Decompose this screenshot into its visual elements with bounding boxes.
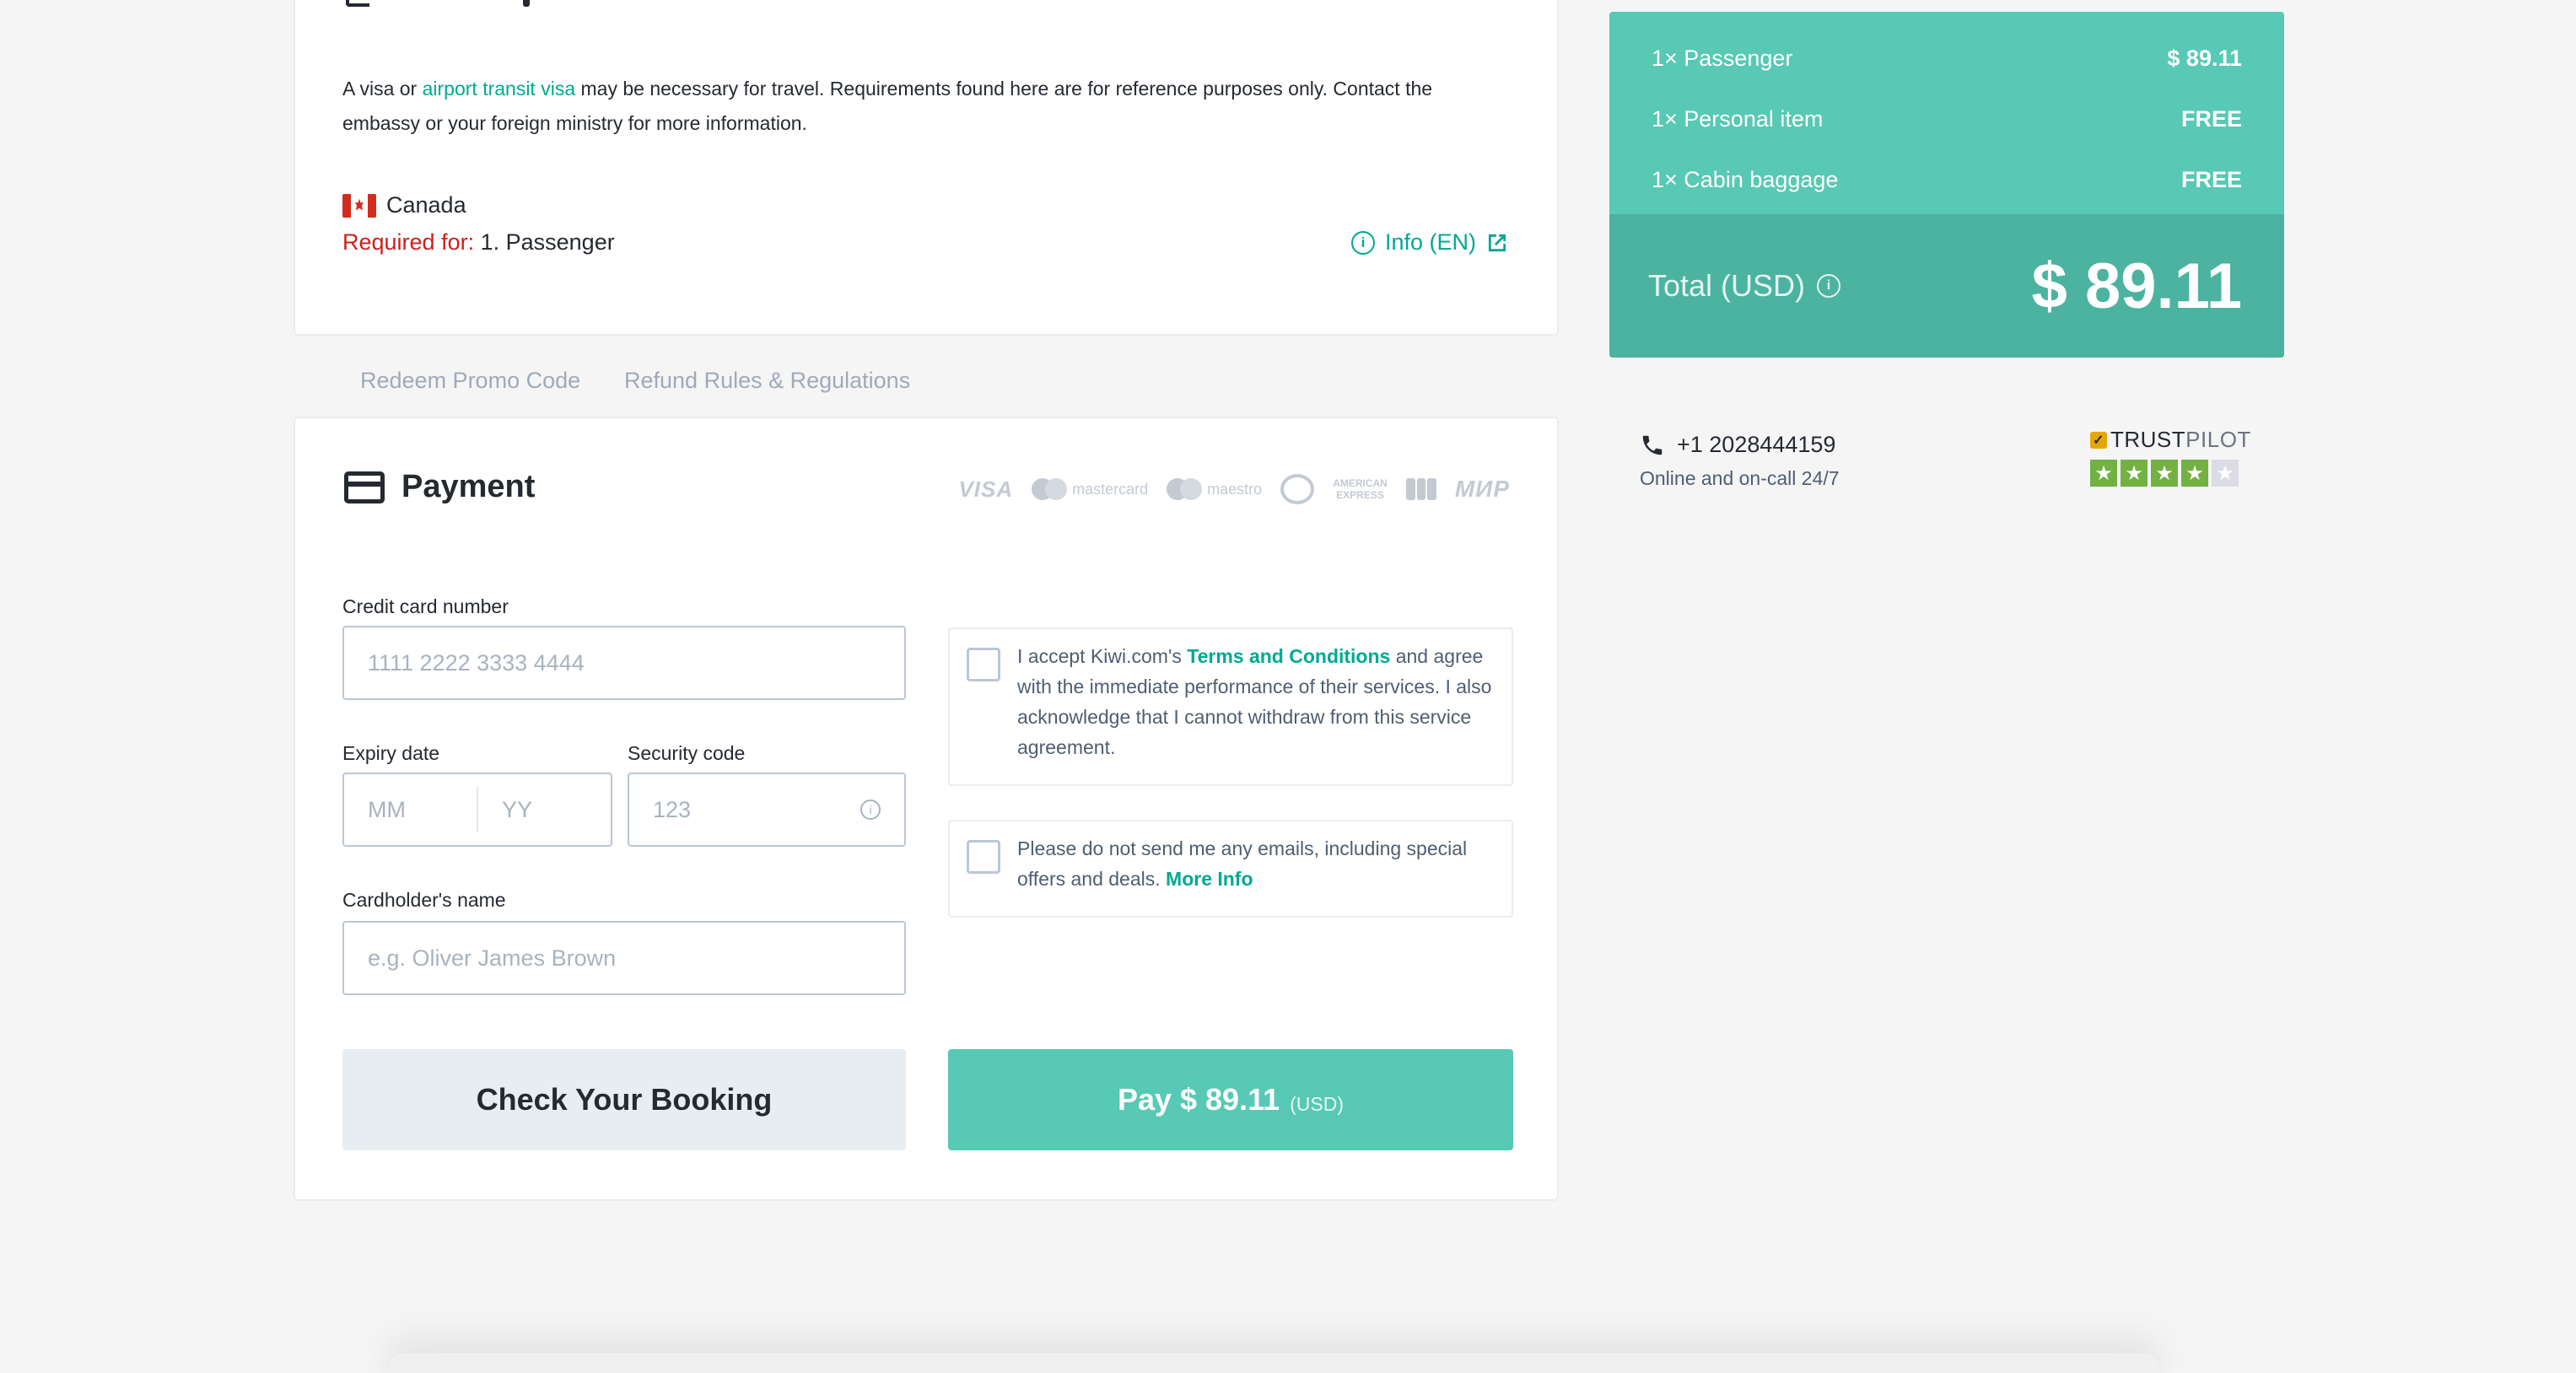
summary-row-label: 1× Personal item xyxy=(1652,106,1824,132)
required-for-value: 1. Passenger xyxy=(474,229,615,255)
pay-button-label: Pay $ 89.11 xyxy=(1117,1082,1280,1117)
payment-title: Payment xyxy=(401,469,536,504)
info-icon: i xyxy=(1350,230,1375,255)
card-brands: VISA mastercard maestro AMERICAN EXPRESS … xyxy=(958,474,1510,504)
check-your-booking-button[interactable]: Check Your Booking xyxy=(342,1049,906,1150)
expiry-label: Expiry date xyxy=(342,742,440,764)
jcb-logo xyxy=(1405,478,1436,500)
maestro-label: maestro xyxy=(1207,480,1263,498)
support-phone-number: +1 2028444159 xyxy=(1677,432,1836,457)
phone-icon xyxy=(1642,435,1663,455)
country-row: Canada xyxy=(342,192,466,218)
visa-requirements-card: A visa or airport transit visa may be ne… xyxy=(294,0,1559,336)
star-icon: ★ xyxy=(2181,460,2208,487)
security-code-info-icon[interactable]: i xyxy=(860,800,881,820)
card-number-input[interactable]: 1111 2222 3333 4444 xyxy=(342,626,906,700)
email-optout-box: Please do not send me any emails, includ… xyxy=(948,820,1513,918)
amex-line2: EXPRESS xyxy=(1336,489,1384,501)
footer-edge xyxy=(388,1353,2159,1373)
trustpilot-check-icon: ✓ xyxy=(2090,431,2107,449)
trustpilot-widget[interactable]: ✓ TRUST PILOT ★ ★ ★ ★ ★ xyxy=(2090,427,2251,487)
card-number-placeholder: 1111 2222 3333 4444 xyxy=(368,649,585,676)
required-for-label: Required for: xyxy=(342,229,475,255)
summary-row-label: 1× Cabin baggage xyxy=(1652,167,1839,192)
payment-heading: Payment xyxy=(344,469,535,505)
diners-club-logo xyxy=(1280,474,1315,504)
security-code-placeholder: 123 xyxy=(653,796,692,822)
terms-text-start: I accept Kiwi.com's xyxy=(1017,645,1188,667)
cardholder-name-placeholder: e.g. Oliver James Brown xyxy=(368,945,617,971)
airport-transit-visa-link[interactable]: airport transit visa xyxy=(423,78,576,100)
star-icon: ★ xyxy=(2121,460,2148,487)
american-express-logo: AMERICAN EXPRESS xyxy=(1333,477,1388,501)
cardholder-name-label: Cardholder's name xyxy=(342,889,506,911)
terms-and-conditions-link[interactable]: Terms and Conditions xyxy=(1187,645,1390,667)
tab-redeem-promo-code[interactable]: Redeem Promo Code xyxy=(360,368,580,394)
security-code-input[interactable]: 123 i xyxy=(628,773,906,847)
more-info-link[interactable]: More Info xyxy=(1166,868,1253,890)
security-code-label: Security code xyxy=(628,742,746,764)
visa-info-link-label: Info (EN) xyxy=(1384,229,1476,255)
trustpilot-stars: ★ ★ ★ ★ ★ xyxy=(2090,460,2251,487)
external-link-icon xyxy=(1488,234,1506,251)
canada-flag-icon xyxy=(342,193,376,218)
payment-card: Payment VISA mastercard maestro AMERICAN… xyxy=(294,417,1559,1201)
terms-consent-box: I accept Kiwi.com's Terms and Conditions… xyxy=(948,627,1513,786)
pay-button-currency: (USD) xyxy=(1290,1092,1345,1115)
cardholder-name-input[interactable]: e.g. Oliver James Brown xyxy=(342,921,906,995)
visa-text-start: A visa or xyxy=(342,78,423,100)
visa-text-end: embassy or your foreign ministry for mor… xyxy=(342,112,807,134)
star-icon: ★ xyxy=(2212,460,2239,487)
mastercard-label: mastercard xyxy=(1072,480,1149,498)
visa-heading-icon-fragment xyxy=(346,0,369,7)
visa-heading-text-fragment xyxy=(523,0,530,7)
expiry-month-input[interactable]: MM xyxy=(344,797,477,823)
mastercard-logo: mastercard xyxy=(1032,478,1148,500)
email-optout-text: Please do not send me any emails, includ… xyxy=(1017,833,1498,894)
total-info-icon[interactable]: i xyxy=(1817,274,1841,298)
credit-card-icon xyxy=(344,471,385,503)
summary-row-label: 1× Passenger xyxy=(1652,46,1793,71)
total-label: Total (USD) xyxy=(1648,268,1806,303)
visa-logo: VISA xyxy=(958,476,1014,502)
mir-logo: МИР xyxy=(1454,476,1510,502)
terms-text: I accept Kiwi.com's Terms and Conditions… xyxy=(1017,641,1498,762)
visa-text-middle: may be necessary for travel. Requirement… xyxy=(575,78,1433,100)
email-optout-checkbox[interactable] xyxy=(967,840,1000,874)
trustpilot-brand-bold: TRUST xyxy=(2110,427,2186,452)
summary-row-value: $ 89.11 xyxy=(2167,46,2242,71)
maestro-logo: maestro xyxy=(1167,478,1262,500)
support-availability: Online and on-call 24/7 xyxy=(1640,467,1840,489)
star-icon: ★ xyxy=(2151,460,2178,487)
country-name: Canada xyxy=(386,192,466,218)
check-your-booking-label: Check Your Booking xyxy=(476,1082,773,1117)
required-for-row: Required for: 1. Passenger xyxy=(342,229,615,256)
summary-row-personal-item: 1× Personal item FREE xyxy=(1652,106,2242,132)
visa-info-link[interactable]: i Info (EN) xyxy=(1350,229,1508,256)
summary-total: Total (USD) i $ 89.11 xyxy=(1609,214,2284,358)
trustpilot-logo: ✓ TRUST PILOT xyxy=(2090,427,2251,453)
trustpilot-brand-light: PILOT xyxy=(2185,427,2251,452)
visa-info-text: A visa or airport transit visa may be ne… xyxy=(342,72,1523,141)
expiry-input[interactable]: MM YY xyxy=(342,773,612,847)
support-phone[interactable]: +1 2028444159 xyxy=(1640,432,1835,458)
summary-row-cabin-baggage: 1× Cabin baggage FREE xyxy=(1652,167,2242,193)
star-icon: ★ xyxy=(2090,460,2117,487)
expiry-year-input[interactable]: YY xyxy=(478,797,611,823)
amex-line1: AMERICAN xyxy=(1333,477,1388,489)
summary-row-value: FREE xyxy=(2180,106,2242,132)
summary-row-value: FREE xyxy=(2180,167,2242,192)
total-label-group: Total (USD) i xyxy=(1648,268,1841,304)
pay-button[interactable]: Pay $ 89.11 (USD) xyxy=(948,1049,1513,1150)
total-value: $ 89.11 xyxy=(2031,250,2242,322)
terms-checkbox[interactable] xyxy=(967,648,1000,681)
price-summary-card: 1× Passenger $ 89.11 1× Personal item FR… xyxy=(1609,12,2284,358)
tab-refund-rules[interactable]: Refund Rules & Regulations xyxy=(624,368,910,394)
summary-row-passenger: 1× Passenger $ 89.11 xyxy=(1652,46,2242,72)
card-number-label: Credit card number xyxy=(342,595,509,617)
